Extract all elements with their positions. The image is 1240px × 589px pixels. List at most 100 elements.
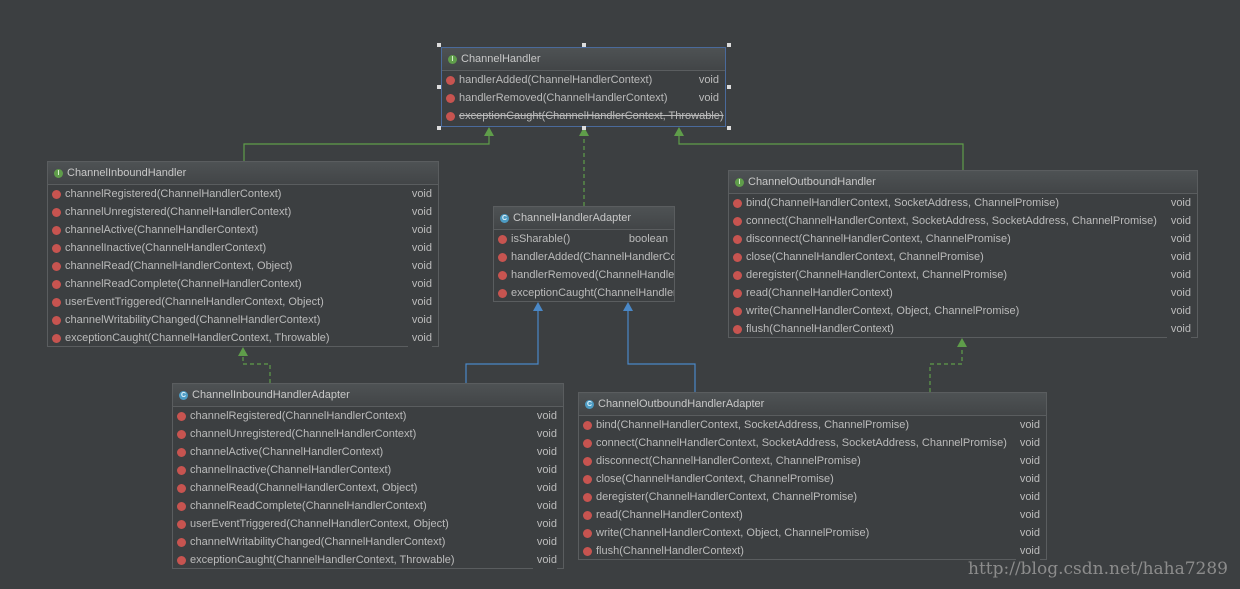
method-signature: bind(ChannelHandlerContext, SocketAddres…: [746, 197, 1060, 209]
uml-node-channel-handler-adapter[interactable]: C ChannelHandlerAdapter isSharable() bool…: [493, 206, 675, 302]
resize-handle-sw[interactable]: [437, 126, 441, 130]
method-row[interactable]: read(ChannelHandlerContext) void: [579, 506, 1046, 524]
method-row[interactable]: close(ChannelHandlerContext, ChannelProm…: [729, 248, 1197, 266]
method-signature: channelRegistered(ChannelHandlerContext): [190, 410, 407, 422]
method-row[interactable]: disconnect(ChannelHandlerContext, Channe…: [729, 230, 1197, 248]
method-row[interactable]: connect(ChannelHandlerContext, SocketAdd…: [579, 434, 1046, 452]
inheritance-edge-extends[interactable]: [627, 310, 696, 392]
resize-handle-e[interactable]: [727, 85, 731, 89]
method-row[interactable]: handlerAdded(ChannelHandlerContext) void: [442, 71, 725, 89]
method-row[interactable]: channelRead(ChannelHandlerContext, Objec…: [48, 257, 438, 275]
method-row[interactable]: flush(ChannelHandlerContext) void: [729, 320, 1197, 338]
method-signature: connect(ChannelHandlerContext, SocketAdd…: [596, 437, 1007, 449]
method-row[interactable]: bind(ChannelHandlerContext, SocketAddres…: [729, 194, 1197, 212]
method-row[interactable]: channelInactive(ChannelHandlerContext) vo…: [173, 461, 563, 479]
uml-node-channel-handler[interactable]: I ChannelHandler handlerAdded(ChannelHan…: [441, 47, 726, 127]
method-icon: [583, 456, 592, 466]
method-row[interactable]: flush(ChannelHandlerContext) void: [579, 542, 1046, 560]
method-signature: channelReadComplete(ChannelHandlerContex…: [190, 500, 427, 512]
method-icon: [498, 288, 507, 298]
return-type: void: [1015, 488, 1040, 506]
method-row[interactable]: channelUnregistered(ChannelHandlerContex…: [48, 203, 438, 221]
method-icon: [177, 465, 186, 475]
method-signature: channelUnregistered(ChannelHandlerContex…: [65, 206, 292, 218]
resize-handle-se[interactable]: [727, 126, 731, 130]
method-signature: channelRegistered(ChannelHandlerContext): [65, 188, 282, 200]
method-row[interactable]: connect(ChannelHandlerContext, SocketAdd…: [729, 212, 1197, 230]
method-row[interactable]: handlerRemoved(ChannelHandler: [494, 266, 674, 284]
method-row[interactable]: deregister(ChannelHandlerContext, Channe…: [729, 266, 1197, 284]
method-row[interactable]: deregister(ChannelHandlerContext, Channe…: [579, 488, 1046, 506]
uml-node-channel-inbound-handler[interactable]: I ChannelInboundHandler channelRegistere…: [47, 161, 439, 347]
abstract-method-icon: [445, 75, 456, 85]
method-row[interactable]: exceptionCaught(ChannelHandlerContext, T…: [442, 107, 725, 125]
method-row[interactable]: read(ChannelHandlerContext) void: [729, 284, 1197, 302]
method-icon: [583, 438, 592, 448]
method-row[interactable]: disconnect(ChannelHandlerContext, Channe…: [579, 452, 1046, 470]
inheritance-edge-implements[interactable]: [242, 355, 271, 383]
inheritance-edge-implements[interactable]: [929, 346, 963, 392]
inheritance-edge-extends[interactable]: [465, 310, 539, 383]
uml-node-channel-outbound-handler-adapter[interactable]: C ChannelOutboundHandlerAdapter bind(Cha…: [578, 392, 1047, 560]
class-icon: C: [585, 399, 594, 409]
method-row[interactable]: exceptionCaught(ChannelHandlerContext, T…: [173, 551, 563, 569]
arrowhead-icon: [533, 302, 543, 311]
method-row[interactable]: channelRegistered(ChannelHandlerContext)…: [48, 185, 438, 203]
return-type: void: [694, 89, 719, 107]
method-row[interactable]: exceptionCaught(ChannelHandler: [494, 284, 674, 302]
method-signature: deregister(ChannelHandlerContext, Channe…: [596, 491, 858, 503]
method-row[interactable]: channelRead(ChannelHandlerContext, Objec…: [173, 479, 563, 497]
method-row[interactable]: exceptionCaught(ChannelHandlerContext, T…: [48, 329, 438, 347]
method-row[interactable]: userEventTriggered(ChannelHandlerContext…: [173, 515, 563, 533]
method-row[interactable]: channelActive(ChannelHandlerContext) void: [173, 443, 563, 461]
method-signature: write(ChannelHandlerContext, Object, Cha…: [596, 527, 870, 539]
return-type: void: [407, 185, 432, 203]
inheritance-edge-extends-interface[interactable]: [243, 135, 490, 161]
method-row[interactable]: channelReadComplete(ChannelHandlerContex…: [173, 497, 563, 515]
method-row[interactable]: userEventTriggered(ChannelHandlerContext…: [48, 293, 438, 311]
resize-handle-w[interactable]: [437, 85, 441, 89]
method-row[interactable]: channelActive(ChannelHandlerContext) void: [48, 221, 438, 239]
uml-node-channel-outbound-handler[interactable]: I ChannelOutboundHandler bind(ChannelHan…: [728, 170, 1198, 338]
resize-handle-ne[interactable]: [727, 43, 731, 47]
abstract-method-icon: [732, 324, 743, 334]
method-row[interactable]: channelRegistered(ChannelHandlerContext)…: [173, 407, 563, 425]
resize-handle-n[interactable]: [582, 43, 586, 47]
return-type: void: [1166, 212, 1191, 230]
node-header[interactable]: C ChannelHandlerAdapter: [494, 207, 674, 230]
method-row[interactable]: channelWritabilityChanged(ChannelHandler…: [48, 311, 438, 329]
node-header[interactable]: I ChannelHandler: [442, 48, 725, 71]
inheritance-edge-extends-interface[interactable]: [678, 135, 964, 170]
method-row[interactable]: handlerAdded(ChannelHandlerCo: [494, 248, 674, 266]
node-header[interactable]: C ChannelInboundHandlerAdapter: [173, 384, 563, 407]
node-header[interactable]: I ChannelInboundHandler: [48, 162, 438, 185]
node-title: ChannelHandler: [461, 53, 541, 65]
abstract-method-icon: [445, 111, 456, 121]
return-type: void: [407, 257, 432, 275]
watermark: http://blog.csdn.net/haha7289: [968, 559, 1228, 579]
method-row[interactable]: isSharable() boolean: [494, 230, 674, 248]
method-row[interactable]: write(ChannelHandlerContext, Object, Cha…: [729, 302, 1197, 320]
method-row[interactable]: channelWritabilityChanged(ChannelHandler…: [173, 533, 563, 551]
return-type: void: [1015, 470, 1040, 488]
return-type: void: [532, 479, 557, 497]
method-row[interactable]: write(ChannelHandlerContext, Object, Cha…: [579, 524, 1046, 542]
resize-handle-nw[interactable]: [437, 43, 441, 47]
abstract-method-icon: [732, 270, 743, 280]
resize-handle-s[interactable]: [582, 126, 586, 130]
method-row[interactable]: handlerRemoved(ChannelHandlerContext) voi…: [442, 89, 725, 107]
method-row[interactable]: channelReadComplete(ChannelHandlerContex…: [48, 275, 438, 293]
abstract-method-icon: [51, 189, 62, 199]
method-row[interactable]: channelUnregistered(ChannelHandlerContex…: [173, 425, 563, 443]
method-row[interactable]: channelInactive(ChannelHandlerContext) vo…: [48, 239, 438, 257]
return-type: void: [407, 329, 432, 347]
method-signature: channelWritabilityChanged(ChannelHandler…: [190, 536, 446, 548]
method-icon: [177, 537, 186, 547]
node-header[interactable]: C ChannelOutboundHandlerAdapter: [579, 393, 1046, 416]
node-header[interactable]: I ChannelOutboundHandler: [729, 171, 1197, 194]
method-row[interactable]: bind(ChannelHandlerContext, SocketAddres…: [579, 416, 1046, 434]
method-signature: bind(ChannelHandlerContext, SocketAddres…: [596, 419, 910, 431]
method-row[interactable]: close(ChannelHandlerContext, ChannelProm…: [579, 470, 1046, 488]
method-icon: [177, 519, 186, 529]
uml-node-channel-inbound-handler-adapter[interactable]: C ChannelInboundHandlerAdapter channelRe…: [172, 383, 564, 569]
